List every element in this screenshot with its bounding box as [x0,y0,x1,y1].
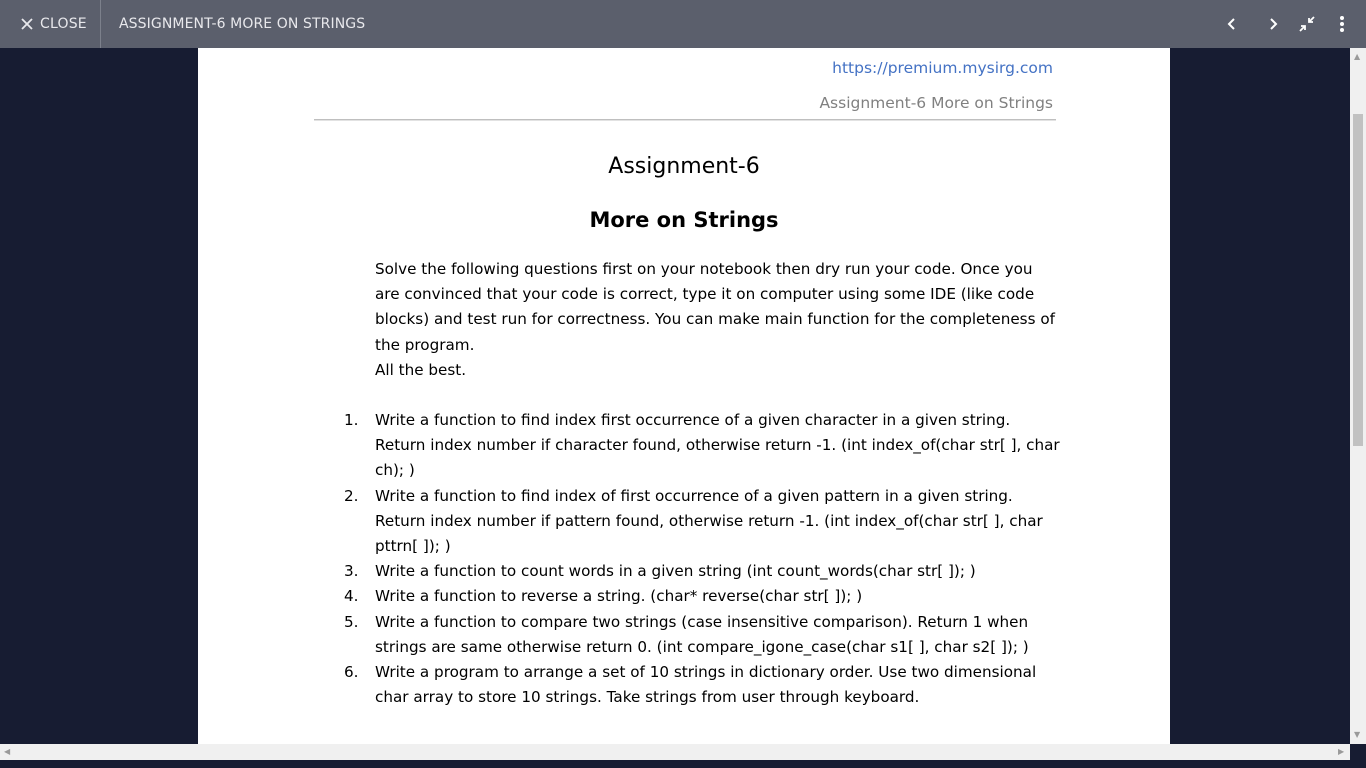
question-number: 4. [344,587,359,606]
question-item: 6. Write a program to arrange a set of 1… [344,660,1064,710]
question-number: 5. [344,612,359,631]
document-subtitle-heading: More on Strings [589,208,779,232]
previous-button[interactable] [1220,12,1244,36]
question-text: Write a function to find index first occ… [375,411,1060,480]
scroll-right-arrow-icon[interactable]: ▶ [1338,747,1344,756]
next-button[interactable] [1261,12,1285,36]
chevron-right-icon [1270,18,1278,30]
horizontal-scrollbar[interactable]: ◀ ▶ [0,744,1350,760]
exit-fullscreen-icon [1299,16,1315,32]
question-item: 4. Write a function to reverse a string.… [344,584,1064,609]
question-number: 1. [344,411,359,429]
question-number: 2. [344,486,359,505]
question-text: Write a function to find index of first … [375,486,1043,556]
intro-paragraph: Solve the following questions first on y… [375,260,1055,354]
header-divider [314,119,1056,121]
question-number: 3. [344,562,359,581]
scroll-up-arrow-icon[interactable]: ▲ [1354,52,1360,61]
backdrop-strip [0,760,1366,768]
question-text: Write a function to compare two strings … [375,612,1029,656]
intro-closing: All the best. [375,360,467,379]
close-icon [21,18,33,30]
vertical-scrollbar[interactable]: ▲ ▼ [1350,48,1366,744]
header-link[interactable]: https://premium.mysirg.com [832,59,1053,77]
chevron-left-icon [1227,18,1235,30]
question-text: Write a function to count words in a giv… [375,562,976,581]
question-item: 1. Write a function to find index first … [344,408,1064,484]
header-subtitle: Assignment-6 More on Strings [819,94,1053,112]
question-list: 1. Write a function to find index first … [344,408,1064,710]
close-button[interactable]: CLOSE [0,0,101,48]
document-page: https://premium.mysirg.com Assignment-6 … [198,48,1170,744]
viewer-toolbar: CLOSE ASSIGNMENT-6 MORE ON STRINGS [0,0,1366,48]
question-item: 2. Write a function to find index of fir… [344,484,1064,560]
more-vert-icon [1340,16,1344,32]
question-item: 3. Write a function to count words in a … [344,559,1064,584]
exit-fullscreen-button[interactable] [1295,12,1319,36]
scroll-down-arrow-icon[interactable]: ▼ [1354,730,1360,739]
question-text: Write a function to reverse a string. (c… [375,587,863,606]
vertical-scroll-thumb[interactable] [1353,114,1363,446]
intro-text: Solve the following questions first on y… [375,257,1055,383]
more-options-button[interactable] [1330,12,1354,36]
document-title-heading: Assignment-6 [608,154,760,179]
scroll-left-arrow-icon[interactable]: ◀ [4,747,10,756]
question-item: 5. Write a function to compare two strin… [344,610,1064,660]
document-title: ASSIGNMENT-6 MORE ON STRINGS [119,16,366,32]
close-label: CLOSE [40,16,87,32]
question-number: 6. [344,663,359,682]
question-text: Write a program to arrange a set of 10 s… [375,663,1037,707]
